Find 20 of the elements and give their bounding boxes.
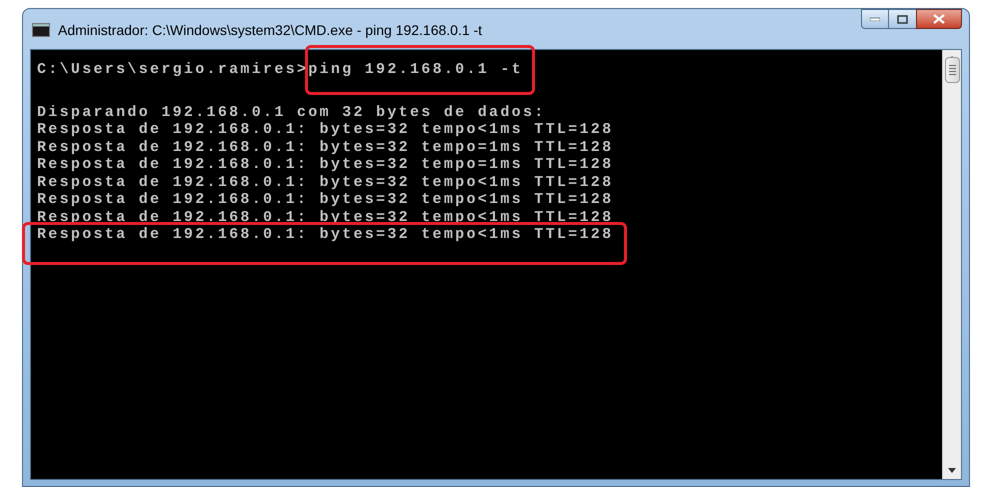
prompt-text: C:\Users\sergio.ramires>: [37, 61, 308, 78]
close-button[interactable]: [916, 9, 962, 29]
output-line: Resposta de 192.168.0.1: bytes=32 tempo<1ms TTL=128: [37, 208, 614, 226]
minimize-icon: [870, 17, 880, 21]
output-line: Resposta de 192.168.0.1: bytes=32 tempo<1ms TTL=128: [37, 121, 614, 138]
window-title: Administrador: C:\Windows\system32\CMD.exe - ping 192.168.0.1 -t: [58, 20, 482, 40]
scroll-thumb: [944, 57, 960, 83]
command-text: ping 192.168.0.1 -t: [308, 61, 523, 78]
output-line: Resposta de 192.168.0.1: bytes=32 tempo<1ms TTL=128: [37, 174, 614, 191]
output-line: Resposta de 192.168.0.1: bytes=32 tempo<1ms TTL=128: [37, 191, 614, 208]
console-icon: [32, 23, 50, 37]
maximize-button[interactable]: [889, 9, 916, 29]
output-line: Resposta de 192.168.0.1: bytes=32 tempo<1ms TTL=128: [37, 226, 614, 244]
scroll-down-icon: [948, 468, 956, 473]
output-line: Resposta de 192.168.0.1: bytes=32 tempo=1ms TTL=128: [37, 138, 614, 156]
maximize-icon: [897, 14, 908, 24]
close-icon: [933, 14, 945, 24]
minimize-button[interactable]: [861, 9, 889, 29]
output-line: Resposta de 192.168.0.1: bytes=32 tempo=1ms TTL=128: [37, 156, 614, 174]
output-line: Disparando 192.168.0.1 com 32 bytes de dados:: [37, 104, 546, 121]
